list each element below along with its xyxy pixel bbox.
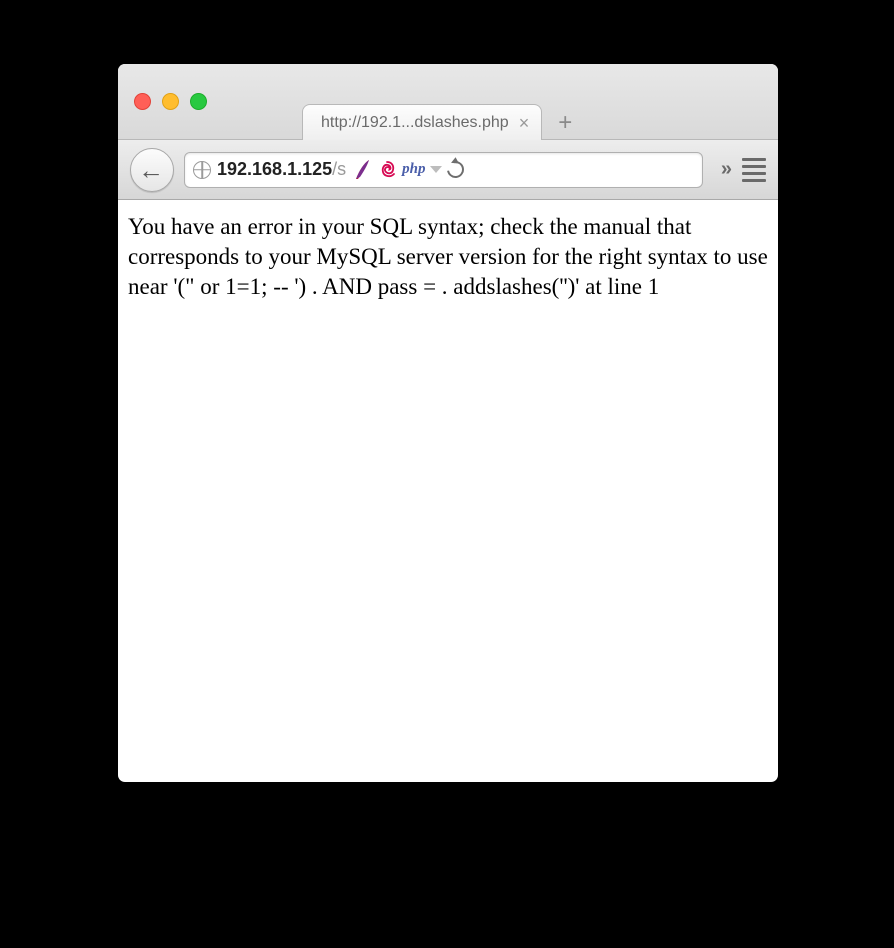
- apache-feather-icon: [352, 159, 372, 181]
- tab-title: http://192.1...dslashes.php: [321, 114, 509, 132]
- hamburger-line: [742, 158, 766, 161]
- tab-strip: http://192.1...dslashes.php × +: [302, 104, 580, 140]
- address-bar-icons: php: [352, 159, 464, 181]
- debian-swirl-icon: [377, 159, 397, 181]
- toolbar: ← 192.168.1.125/s php »: [118, 140, 778, 200]
- hamburger-line: [742, 165, 766, 168]
- hamburger-line: [742, 172, 766, 175]
- toolbar-right: »: [713, 158, 766, 182]
- traffic-lights: [118, 93, 207, 110]
- close-tab-button[interactable]: ×: [519, 114, 530, 132]
- new-tab-button[interactable]: +: [550, 108, 580, 138]
- reload-button[interactable]: [444, 158, 468, 182]
- url-text: 192.168.1.125/s: [217, 159, 346, 180]
- titlebar: http://192.1...dslashes.php × +: [118, 64, 778, 140]
- url-path: /s: [332, 159, 346, 179]
- active-tab[interactable]: http://192.1...dslashes.php ×: [302, 104, 542, 140]
- browser-window: http://192.1...dslashes.php × + ← 192.16…: [118, 64, 778, 782]
- dropdown-icon[interactable]: [430, 166, 442, 173]
- url-host: 192.168.1.125: [217, 159, 332, 179]
- page-content: You have an error in your SQL syntax; ch…: [118, 200, 778, 314]
- hamburger-line: [742, 179, 766, 182]
- address-bar[interactable]: 192.168.1.125/s php: [184, 152, 703, 188]
- php-icon: php: [402, 161, 425, 178]
- menu-button[interactable]: [742, 158, 766, 182]
- sql-error-text: You have an error in your SQL syntax; ch…: [128, 214, 768, 299]
- globe-icon: [193, 161, 211, 179]
- minimize-window-button[interactable]: [162, 93, 179, 110]
- close-window-button[interactable]: [134, 93, 151, 110]
- overflow-button[interactable]: »: [721, 158, 726, 181]
- back-button[interactable]: ←: [130, 148, 174, 192]
- back-arrow-icon: ←: [138, 157, 164, 183]
- zoom-window-button[interactable]: [190, 93, 207, 110]
